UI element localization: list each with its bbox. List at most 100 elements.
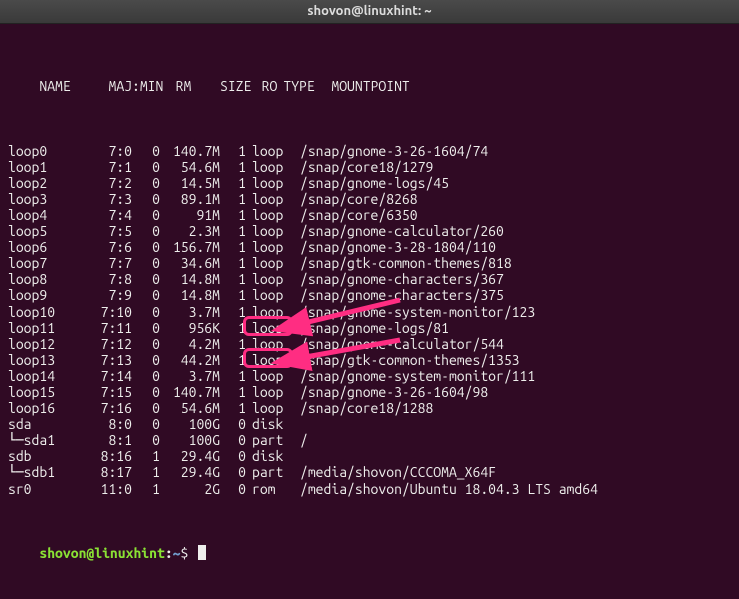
cell-rm: 0 (134, 400, 160, 416)
prompt-line[interactable]: shovon@linuxhint:~$ (8, 529, 731, 577)
cell-name: loop6 (8, 239, 66, 255)
table-row: loop87:8014.8M1loop/snap/gnome-character… (8, 271, 731, 287)
cell-size: 3.7M (160, 368, 220, 384)
cell-type: loop (246, 320, 296, 336)
cell-majmin: 7:9 (66, 287, 134, 303)
table-row: loop57:502.3M1loop/snap/gnome-calculator… (8, 223, 731, 239)
cell-size: 956K (160, 320, 220, 336)
cell-name: └─sdb1 (8, 464, 66, 480)
cell-rm: 0 (134, 223, 160, 239)
cell-ro: 0 (220, 432, 246, 448)
cell-type: loop (246, 159, 296, 175)
cell-majmin: 7:0 (66, 143, 134, 159)
cell-ro: 1 (220, 255, 246, 271)
cell-type: loop (246, 143, 296, 159)
cell-ro: 0 (220, 464, 246, 480)
cell-name: loop7 (8, 255, 66, 271)
cell-type: loop (246, 304, 296, 320)
table-row: sr011:012G0rom/media/shovon/Ubuntu 18.04… (8, 481, 731, 497)
cell-type: loop (246, 255, 296, 271)
cell-type: disk (246, 416, 296, 432)
cell-majmin: 7:4 (66, 207, 134, 223)
cell-size: 100G (160, 432, 220, 448)
cell-rm: 0 (134, 287, 160, 303)
table-row: loop107:1003.7M1loop/snap/gnome-system-m… (8, 304, 731, 320)
cell-name: loop4 (8, 207, 66, 223)
cell-name: sr0 (8, 481, 66, 497)
cell-mountpoint: /snap/gnome-calculator/544 (296, 336, 504, 352)
cell-type: loop (246, 191, 296, 207)
cell-size: 140.7M (160, 143, 220, 159)
cell-size: 2G (160, 481, 220, 497)
table-row: loop117:110956K1loop/snap/gnome-logs/81 (8, 320, 731, 336)
table-row: loop47:4091M1loop/snap/core/6350 (8, 207, 731, 223)
table-row: loop17:1054.6M1loop/snap/core18/1279 (8, 159, 731, 175)
header-type: TYPE (277, 78, 327, 94)
cell-name: loop2 (8, 175, 66, 191)
cell-type: loop (246, 352, 296, 368)
cell-type: part (246, 464, 296, 480)
prompt-dollar: $ (181, 545, 189, 561)
cell-size: 140.7M (160, 384, 220, 400)
cell-mountpoint: /media/shovon/Ubuntu 18.04.3 LTS amd64 (296, 481, 598, 497)
cell-size: 3.7M (160, 304, 220, 320)
cell-majmin: 8:16 (66, 448, 134, 464)
cell-type: loop (246, 239, 296, 255)
cell-mountpoint: /snap/gnome-system-monitor/123 (296, 304, 535, 320)
terminal-output[interactable]: NAMEMAJ:MINRMSIZEROTYPEMOUNTPOINT loop07… (0, 24, 739, 599)
cell-rm: 0 (134, 352, 160, 368)
table-row: sda8:00100G0disk (8, 416, 731, 432)
table-row: loop127:1204.2M1loop/snap/gnome-calculat… (8, 336, 731, 352)
cell-type: loop (246, 368, 296, 384)
table-row: loop67:60156.7M1loop/snap/gnome-3-28-180… (8, 239, 731, 255)
table-row: loop147:1403.7M1loop/snap/gnome-system-m… (8, 368, 731, 384)
cell-size: 100G (160, 416, 220, 432)
cell-rm: 0 (134, 239, 160, 255)
cell-ro: 0 (220, 448, 246, 464)
cell-size: 54.6M (160, 159, 220, 175)
cell-type: loop (246, 384, 296, 400)
cell-size: 34.6M (160, 255, 220, 271)
cell-majmin: 7:11 (66, 320, 134, 336)
cell-type: loop (246, 287, 296, 303)
cell-type: rom (246, 481, 296, 497)
cell-majmin: 7:14 (66, 368, 134, 384)
cell-mountpoint: /snap/core/8268 (296, 191, 418, 207)
window-titlebar: shovon@linuxhint: ~ (0, 0, 739, 24)
cell-rm: 0 (134, 159, 160, 175)
cell-name: loop14 (8, 368, 66, 384)
cell-size: 29.4G (160, 464, 220, 480)
cell-size: 54.6M (160, 400, 220, 416)
header-rm: RM (165, 78, 191, 94)
cell-ro: 1 (220, 352, 246, 368)
cell-mountpoint: /snap/gnome-system-monitor/111 (296, 368, 535, 384)
cell-majmin: 11:0 (66, 481, 134, 497)
cell-majmin: 7:3 (66, 191, 134, 207)
cell-size: 44.2M (160, 352, 220, 368)
cell-size: 29.4G (160, 448, 220, 464)
cell-majmin: 7:1 (66, 159, 134, 175)
cell-size: 89.1M (160, 191, 220, 207)
cell-size: 14.8M (160, 287, 220, 303)
cell-majmin: 8:0 (66, 416, 134, 432)
table-row: loop77:7034.6M1loop/snap/gtk-common-them… (8, 255, 731, 271)
cell-name: loop3 (8, 191, 66, 207)
cell-name: loop16 (8, 400, 66, 416)
cell-size: 2.3M (160, 223, 220, 239)
table-row: loop07:00140.7M1loop/snap/gnome-3-26-160… (8, 143, 731, 159)
cell-rm: 0 (134, 143, 160, 159)
cell-rm: 0 (134, 255, 160, 271)
cell-mountpoint: /snap/gnome-calculator/260 (296, 223, 504, 239)
cell-mountpoint: /snap/gtk-common-themes/1353 (296, 352, 520, 368)
cell-rm: 0 (134, 271, 160, 287)
cell-mountpoint: /snap/gnome-characters/367 (296, 271, 504, 287)
cell-majmin: 8:1 (66, 432, 134, 448)
cell-ro: 1 (220, 159, 246, 175)
cell-rm: 0 (134, 304, 160, 320)
cell-rm: 1 (134, 464, 160, 480)
header-size: SIZE (191, 78, 251, 94)
cell-mountpoint: /snap/gnome-characters/375 (296, 287, 504, 303)
prompt-userhost: shovon@linuxhint (39, 545, 164, 561)
table-row: └─sdb18:17129.4G0part/media/shovon/CCCOM… (8, 464, 731, 480)
cell-rm: 0 (134, 175, 160, 191)
